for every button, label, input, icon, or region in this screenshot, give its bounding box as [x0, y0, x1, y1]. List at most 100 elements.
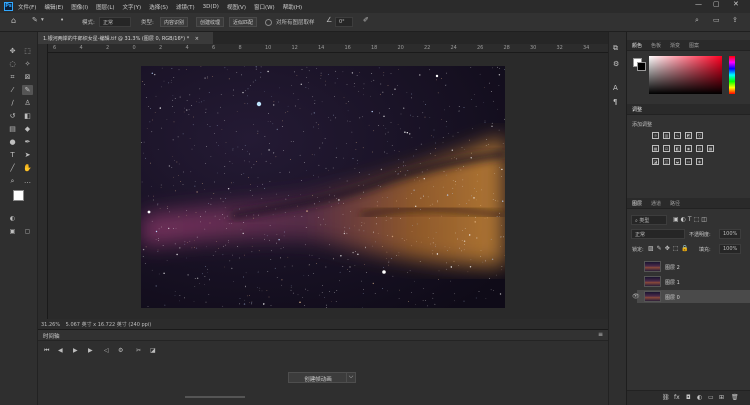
quick-mask-icon[interactable]: ◐ — [7, 214, 18, 224]
patch-tool-icon[interactable]: ✎ — [22, 85, 33, 95]
settings-gear-icon[interactable]: ⚙ — [118, 347, 123, 354]
character-panel-icon[interactable]: A — [613, 84, 618, 92]
first-frame-icon[interactable]: ⏮ — [44, 347, 49, 355]
photoshop-logo-icon[interactable]: Ps — [4, 2, 13, 11]
background-swatch[interactable] — [637, 62, 646, 71]
menu-layer[interactable]: 图层(L) — [96, 3, 114, 11]
new-layer-icon[interactable]: ⊞ — [719, 394, 724, 401]
pressure-icon[interactable]: ✐ — [363, 16, 369, 24]
photo-filter-icon[interactable]: ◉ — [685, 145, 692, 152]
gradient-tool-icon[interactable]: ▤ — [7, 124, 18, 134]
levels-adjust-icon[interactable]: ▥ — [663, 132, 670, 139]
history-brush-tool-icon[interactable]: ↺ — [7, 111, 18, 121]
home-icon[interactable]: ⌂ — [11, 16, 16, 25]
search-icon[interactable]: ⌕ — [695, 16, 699, 25]
previous-frame-icon[interactable]: ◀ — [58, 347, 63, 354]
brush-tool-icon[interactable]: ∕ — [7, 98, 18, 108]
tab-adjustments[interactable]: 调整 — [632, 106, 642, 113]
threshold-icon[interactable]: ◒ — [674, 158, 681, 165]
zoom-level[interactable]: 31.26% — [41, 322, 60, 328]
add-mask-icon[interactable]: ◘ — [686, 394, 691, 401]
hue-slider[interactable] — [729, 56, 735, 94]
lock-icons[interactable]: ▨✎✥⬚🔒 — [648, 245, 692, 252]
tab-layers[interactable]: 图层 — [632, 200, 642, 207]
move-tool-icon[interactable]: ✥ — [7, 46, 18, 56]
channel-mixer-icon[interactable]: ◎ — [696, 145, 703, 152]
line-tool-icon[interactable]: ╱ — [7, 163, 18, 173]
chevron-down-icon[interactable]: ▾ — [41, 17, 44, 23]
next-frame-icon[interactable]: ▶ — [88, 347, 93, 354]
hand-tool-icon[interactable]: ✋ — [22, 163, 33, 173]
timeline-title[interactable]: 时间轴 — [43, 332, 60, 340]
split-icon[interactable]: ✂ — [136, 347, 141, 354]
milky-way-photo[interactable] — [141, 66, 505, 308]
curves-adjust-icon[interactable]: ∿ — [674, 132, 681, 139]
opacity-input[interactable]: 100% — [719, 229, 741, 239]
exposure-adjust-icon[interactable]: ◩ — [685, 132, 692, 139]
panel-menu-icon[interactable]: ≡ — [598, 331, 603, 338]
color-lookup-icon[interactable]: ▦ — [707, 145, 714, 152]
marquee-tool-icon[interactable]: ⬚ — [22, 46, 33, 56]
history-panel-icon[interactable]: ⧉ — [613, 44, 618, 53]
menu-filter[interactable]: 滤镜(T) — [176, 3, 195, 11]
share-icon[interactable]: ⇪ — [732, 16, 738, 24]
layer-row[interactable]: 图层 2 — [637, 260, 750, 273]
tab-swatches[interactable]: 色板 — [651, 42, 661, 49]
blend-mode-select[interactable]: 正常 — [631, 229, 685, 239]
more-tools-icon[interactable]: … — [22, 176, 33, 186]
menu-help[interactable]: 帮助(H) — [283, 3, 302, 11]
gradient-map-icon[interactable]: ▭ — [685, 158, 692, 165]
eraser-tool-icon[interactable]: ◧ — [22, 111, 33, 121]
layer-row-selected[interactable]: 👁 图层 0 — [632, 290, 750, 303]
sample-all-layers-checkbox[interactable] — [265, 19, 272, 26]
create-frame-animation-button[interactable]: 创建帧动画 — [288, 372, 348, 383]
trash-icon[interactable]: 🗑 — [731, 394, 739, 401]
screen-mode-icon[interactable]: ▣ — [7, 227, 18, 237]
tab-paths[interactable]: 路径 — [670, 200, 680, 207]
mode-select[interactable]: 正常 — [99, 17, 131, 27]
fill-input[interactable]: 100% — [719, 244, 741, 254]
menu-select[interactable]: 选择(S) — [149, 3, 168, 11]
frame-tool-icon[interactable]: ⊠ — [22, 72, 33, 82]
properties-panel-icon[interactable]: ⚙ — [613, 60, 619, 68]
color-balance-icon[interactable]: ⚖ — [663, 145, 670, 152]
black-white-icon[interactable]: ◧ — [674, 145, 681, 152]
play-icon[interactable]: ▶ — [73, 347, 78, 354]
edit-toolbar-icon[interactable]: ▢ — [22, 227, 33, 237]
selective-color-icon[interactable]: ◈ — [696, 158, 703, 165]
transition-icon[interactable]: ◪ — [150, 347, 156, 354]
zoom-tool-icon[interactable]: ⌕ — [7, 176, 18, 186]
maximize-button[interactable]: ▢ — [713, 0, 720, 8]
close-window-button[interactable]: ✕ — [733, 0, 739, 8]
menu-image[interactable]: 图像(I) — [71, 3, 88, 11]
document-tab[interactable]: 1.银河两岸的牛郎织女星-编辑.tif @ 31.3% (图层 0, RGB/1… — [38, 32, 213, 44]
close-tab-icon[interactable]: × — [195, 36, 199, 42]
content-aware-button[interactable]: 内容识别 — [160, 17, 189, 27]
quick-select-tool-icon[interactable]: ✧ — [22, 59, 33, 69]
tab-gradients[interactable]: 渐变 — [670, 42, 680, 49]
brightness-adjust-icon[interactable]: ☼ — [652, 132, 659, 139]
clone-stamp-tool-icon[interactable]: ♙ — [22, 98, 33, 108]
layer-filter-select[interactable]: ⌕ 类型 — [631, 215, 667, 225]
layer-style-icon[interactable]: fx — [674, 394, 680, 401]
dodge-tool-icon[interactable]: ● — [7, 137, 18, 147]
paragraph-panel-icon[interactable]: ¶ — [613, 98, 617, 106]
tab-color[interactable]: 颜色 — [632, 42, 642, 49]
visibility-eye-icon[interactable]: 👁 — [632, 293, 640, 300]
pen-tool-icon[interactable]: ✒ — [22, 137, 33, 147]
menu-window[interactable]: 窗口(W) — [254, 3, 275, 11]
brush-size-icon[interactable]: • — [60, 16, 64, 24]
layer-filter-icons[interactable]: ▣◐T⬚◫ — [673, 216, 709, 223]
layer-row[interactable]: 图层 1 — [637, 275, 750, 288]
new-group-icon[interactable]: ▭ — [708, 394, 714, 401]
create-options-dropdown[interactable]: ⌵ — [346, 372, 356, 383]
hue-saturation-icon[interactable]: ▦ — [652, 145, 659, 152]
menu-type[interactable]: 文字(Y) — [123, 3, 142, 11]
posterize-icon[interactable]: ◫ — [663, 158, 670, 165]
crop-tool-icon[interactable]: ⌗ — [7, 72, 18, 82]
angle-input[interactable]: 0° — [335, 17, 353, 27]
invert-icon[interactable]: ◪ — [652, 158, 659, 165]
blur-tool-icon[interactable]: ◆ — [22, 124, 33, 134]
eyedropper-tool-icon[interactable]: ⁄ — [7, 85, 18, 95]
lasso-tool-icon[interactable]: ◌ — [7, 59, 18, 69]
